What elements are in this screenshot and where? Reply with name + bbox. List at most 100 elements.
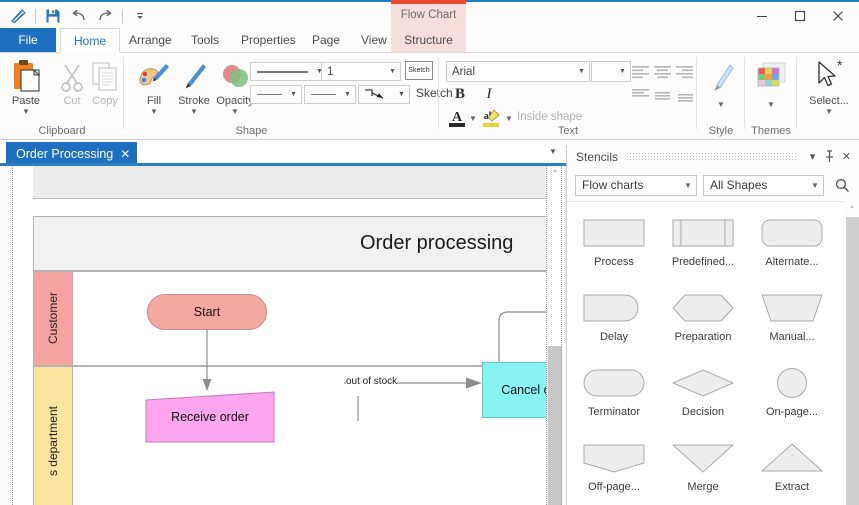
ribbon: Paste ▼ Cut [0, 53, 859, 140]
connector-type-combo[interactable]: ▼ [358, 85, 410, 104]
scroll-up-arrow-icon[interactable]: ⌃ [548, 166, 562, 181]
stencil-label: Delay [600, 331, 628, 343]
connector-preview [359, 87, 394, 102]
font-family-combo[interactable]: Arial ▼ [446, 61, 590, 82]
select-dropdown-caret[interactable]: ▼ [825, 108, 833, 115]
sketch-toggle-button[interactable]: Sketch [405, 61, 433, 80]
close-icon[interactable]: ✕ [838, 147, 855, 167]
paste-dropdown-caret[interactable]: ▼ [22, 108, 30, 115]
stencil-item-delay[interactable]: Delay [572, 285, 656, 360]
ribbon-group-themes: ▼ Themes [745, 53, 797, 139]
tab-page[interactable]: Page [299, 28, 353, 53]
minimize-button[interactable] [743, 3, 781, 29]
themes-dropdown-caret[interactable]: ▼ [767, 101, 775, 108]
contextual-group-label: Flow Chart [391, 4, 466, 21]
line-width-value: 1 [322, 66, 385, 78]
panel-menu-icon[interactable]: ▾ [804, 147, 821, 167]
close-button[interactable] [819, 3, 857, 29]
tab-tools[interactable]: Tools [178, 28, 232, 53]
stencil-item-off-page[interactable]: Off-page... [572, 435, 656, 505]
bold-button[interactable]: B [448, 85, 472, 104]
extract-shape-icon [761, 435, 823, 481]
node-start[interactable]: Start [147, 294, 267, 330]
stencils-shape-list[interactable]: Process Predefined... Alterna [567, 201, 844, 505]
opacity-label: Opacity [216, 95, 253, 107]
diagram-page[interactable]: Order processing Customer s department [13, 166, 547, 505]
stencil-item-predefined[interactable]: Predefined... [661, 210, 745, 285]
canvas-area[interactable]: Order processing Customer s department [0, 166, 566, 505]
stencil-item-manual[interactable]: Manual... [750, 285, 834, 360]
search-icon[interactable] [830, 178, 854, 193]
fill-dropdown-caret[interactable]: ▼ [150, 108, 158, 115]
stencils-vertical-scrollbar[interactable]: ⌃ [844, 201, 859, 505]
line-style-combo[interactable]: ▼ [250, 62, 328, 81]
align-left-button[interactable] [629, 63, 651, 80]
svg-text:*: * [837, 59, 843, 73]
themes-button[interactable]: ▼ [748, 61, 794, 108]
stencil-category-combo[interactable]: Flow charts ▼ [575, 175, 697, 196]
preparation-shape-icon [672, 285, 734, 331]
line-end-combo[interactable]: ▼ [304, 85, 356, 104]
align-center-button[interactable] [651, 63, 673, 80]
tab-properties[interactable]: Properties [228, 28, 309, 53]
panel-drag-grip[interactable] [626, 153, 796, 160]
align-top-button[interactable] [629, 87, 651, 104]
align-middle-button[interactable] [651, 87, 673, 104]
tab-arrange[interactable]: Arrange [116, 28, 185, 53]
diagram-title-bar: Order processing [33, 216, 547, 271]
tab-structure[interactable]: Structure [391, 28, 466, 53]
canvas-scrollbar-thumb[interactable] [548, 346, 562, 505]
font-size-combo[interactable]: ▼ [591, 61, 631, 82]
document-tab-overflow-chevron[interactable]: ▼ [549, 147, 557, 156]
font-color-caret[interactable]: ▼ [469, 115, 477, 122]
stencil-item-terminator[interactable]: Terminator [572, 360, 656, 435]
style-button[interactable]: ▼ [698, 61, 744, 108]
stencil-item-alternate[interactable]: Alternate... [750, 210, 834, 285]
node-receive-order[interactable]: Receive order [145, 391, 275, 443]
stencil-item-extract[interactable]: Extract [750, 435, 834, 505]
paste-button[interactable]: Paste ▼ [3, 59, 49, 115]
stencil-item-process[interactable]: Process [572, 210, 656, 285]
text-position-label[interactable]: Inside shape [517, 111, 582, 123]
opacity-dropdown-caret[interactable]: ▼ [231, 108, 239, 115]
style-dropdown-caret[interactable]: ▼ [717, 101, 725, 108]
stroke-dropdown-caret[interactable]: ▼ [190, 108, 198, 115]
stencil-item-merge[interactable]: Merge [661, 435, 745, 505]
highlight-caret[interactable]: ▼ [505, 115, 513, 122]
stencils-grid: Process Predefined... Alterna [567, 202, 844, 505]
close-icon[interactable]: ✕ [120, 147, 130, 161]
chevron-down-icon: ▼ [680, 181, 696, 190]
lane-header-department[interactable]: s department [33, 366, 73, 505]
stencil-label: Predefined... [672, 256, 734, 268]
tab-file[interactable]: File [0, 28, 56, 53]
tab-home[interactable]: Home [60, 28, 120, 53]
swimlane-diagram: Order processing Customer s department [33, 216, 547, 505]
stencil-label: Preparation [675, 331, 732, 343]
select-button[interactable]: * Select... ▼ [805, 59, 853, 115]
italic-button[interactable]: I [477, 85, 501, 104]
lane-body-customer[interactable] [73, 271, 547, 366]
copy-button[interactable]: Copy [82, 59, 128, 107]
pin-icon[interactable] [821, 147, 838, 167]
lane-header-customer[interactable]: Customer [33, 271, 73, 366]
stencil-label: Extract [775, 481, 809, 493]
stencils-scrollbar-track[interactable] [846, 217, 859, 505]
align-right-button[interactable] [673, 63, 695, 80]
edge-label-out-of-stock[interactable]: out of stock [346, 376, 397, 387]
maximize-button[interactable] [781, 3, 819, 29]
stencil-filter-combo[interactable]: All Shapes ▼ [703, 175, 824, 196]
document-tab-order-processing[interactable]: Order Processing ✕ [6, 142, 137, 165]
canvas-vertical-scrollbar[interactable]: ⌃ [547, 166, 562, 505]
line-width-combo[interactable]: 1 ▼ [321, 62, 401, 81]
align-bottom-icon [675, 88, 694, 103]
line-start-combo[interactable]: ▼ [250, 85, 302, 104]
stencil-item-on-page[interactable]: On-page... [750, 360, 834, 435]
stencil-item-preparation[interactable]: Preparation [661, 285, 745, 360]
alternate-process-shape-icon [761, 210, 823, 256]
node-cancel-order[interactable]: Cancel order [482, 362, 547, 418]
align-middle-icon [653, 88, 672, 103]
stroke-button[interactable]: Stroke ▼ [171, 59, 217, 115]
stencil-item-decision[interactable]: Decision [661, 360, 745, 435]
align-bottom-button[interactable] [673, 87, 695, 104]
scroll-up-arrow-icon[interactable]: ⌃ [844, 201, 859, 217]
